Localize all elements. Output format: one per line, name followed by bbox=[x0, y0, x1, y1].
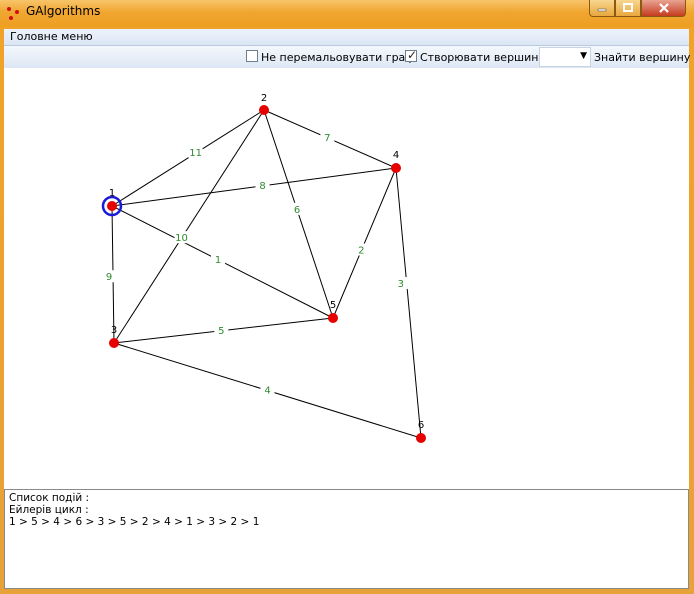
vertex-label: 6 bbox=[418, 420, 424, 431]
window-title: GAlgorithms bbox=[26, 4, 101, 18]
no-redraw-checkbox[interactable] bbox=[246, 50, 258, 62]
graph-vertex[interactable] bbox=[416, 433, 426, 443]
graph-vertex[interactable] bbox=[328, 313, 338, 323]
edge-weight-label: 8 bbox=[259, 181, 265, 192]
menu-bar: Головне меню bbox=[4, 29, 689, 46]
euler-path: 1 > 5 > 4 > 6 > 3 > 5 > 2 > 4 > 1 > 3 > … bbox=[9, 516, 260, 528]
toolbar: Не перемальовувати граф ✓ Створювати вер… bbox=[4, 46, 690, 69]
vertex-label: 4 bbox=[393, 150, 399, 161]
close-button[interactable] bbox=[641, 0, 686, 17]
events-label: Список подій : bbox=[9, 492, 90, 504]
vertex-label: 2 bbox=[261, 93, 267, 104]
graph-vertex[interactable] bbox=[109, 338, 119, 348]
edge-weight-label: 9 bbox=[106, 272, 112, 283]
edge-weight-label: 6 bbox=[294, 205, 300, 216]
edge-weight-label: 5 bbox=[218, 326, 224, 337]
edge-weight-label: 7 bbox=[324, 133, 330, 144]
euler-label: Ейлерів цикл : bbox=[9, 504, 89, 516]
create-vertices-checkbox[interactable]: ✓ bbox=[405, 48, 418, 62]
edge-weight-label: 2 bbox=[358, 246, 364, 257]
edge-weight-label: 10 bbox=[175, 233, 188, 244]
graph-edge[interactable] bbox=[332, 167, 397, 319]
vertex-label: 3 bbox=[111, 325, 117, 336]
graph-svg[interactable]: 11 8 1 9 7 10 6 2 3 5 4 1 2 3 4 5 6 bbox=[4, 68, 689, 489]
find-vertex-button[interactable]: Знайти вершину bbox=[594, 51, 690, 64]
chevron-down-icon: ▼ bbox=[580, 51, 587, 61]
graph-edge[interactable] bbox=[111, 167, 397, 207]
vertex-label: 1 bbox=[109, 188, 115, 199]
no-redraw-label: Не перемальовувати граф bbox=[261, 51, 415, 64]
create-vertices-label: Створювати вершини bbox=[420, 51, 546, 64]
graph-edge[interactable] bbox=[395, 167, 422, 439]
edge-weight-label: 4 bbox=[264, 386, 270, 397]
maximize-button[interactable] bbox=[615, 0, 641, 17]
minimize-button[interactable] bbox=[589, 0, 615, 17]
maximize-icon bbox=[623, 3, 633, 12]
graph-vertex[interactable] bbox=[107, 201, 117, 211]
graph-vertex[interactable] bbox=[391, 163, 401, 173]
graph-vertex[interactable] bbox=[259, 105, 269, 115]
edge-weight-label: 1 bbox=[215, 255, 221, 266]
graph-edge[interactable] bbox=[113, 109, 265, 344]
graph-canvas[interactable]: 11 8 1 9 7 10 6 2 3 5 4 1 2 3 4 5 6 bbox=[4, 68, 689, 490]
main-menu[interactable]: Головне меню bbox=[10, 30, 93, 43]
checkmark-icon: ✓ bbox=[407, 48, 418, 62]
edge-weight-label: 3 bbox=[398, 279, 404, 290]
graph-edge[interactable] bbox=[111, 109, 265, 207]
close-icon bbox=[658, 3, 669, 13]
minimize-icon bbox=[597, 8, 607, 12]
event-log[interactable]: Список подій : Ейлерів цикл : 1 > 5 > 4 … bbox=[4, 489, 689, 589]
vertex-label: 5 bbox=[330, 300, 336, 311]
title-bar[interactable]: GAlgorithms bbox=[0, 0, 694, 27]
app-icon bbox=[7, 7, 19, 20]
vertex-select[interactable]: ▼ bbox=[539, 47, 591, 67]
edge-weight-label: 11 bbox=[189, 148, 202, 159]
